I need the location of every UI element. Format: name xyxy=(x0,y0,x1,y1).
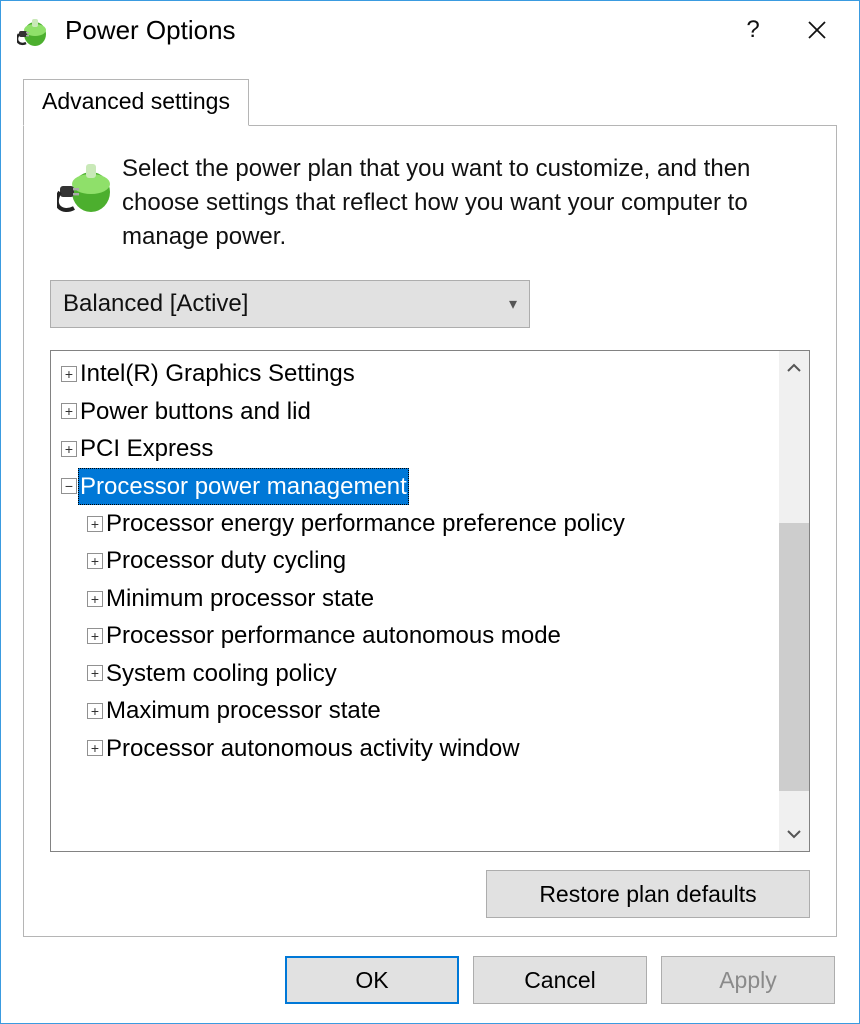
tree-item[interactable]: +Minimum processor state xyxy=(53,580,777,617)
scroll-down-button[interactable] xyxy=(779,817,809,851)
tree-item-label: Power buttons and lid xyxy=(78,393,313,430)
apply-button[interactable]: Apply xyxy=(661,956,835,1004)
tab-label: Advanced settings xyxy=(42,88,230,114)
tree-item[interactable]: +Processor performance autonomous mode xyxy=(53,617,777,654)
tabstrip: Advanced settings xyxy=(23,79,837,126)
scroll-up-button[interactable] xyxy=(779,351,809,385)
description-row: Select the power plan that you want to c… xyxy=(50,152,810,254)
expand-icon[interactable]: + xyxy=(61,441,77,457)
tree-item-label: Processor power management xyxy=(78,468,409,505)
description-text: Select the power plan that you want to c… xyxy=(122,152,810,254)
restore-defaults-button[interactable]: Restore plan defaults xyxy=(486,870,810,918)
chevron-up-icon xyxy=(787,363,801,373)
tab-advanced-settings[interactable]: Advanced settings xyxy=(23,79,249,126)
tree-item-label: Minimum processor state xyxy=(104,580,376,617)
settings-tree-container: +Intel(R) Graphics Settings+Power button… xyxy=(50,350,810,852)
tree-item-label: Processor performance autonomous mode xyxy=(104,617,563,654)
tree-item-label: Maximum processor state xyxy=(104,692,383,729)
expand-icon[interactable]: + xyxy=(87,516,103,532)
tree-item-label: Processor energy performance preference … xyxy=(104,505,627,542)
window-title: Power Options xyxy=(65,15,721,46)
power-options-window: Power Options ? Advanced settings xyxy=(0,0,860,1024)
chevron-down-icon: ▾ xyxy=(509,294,517,314)
expand-icon[interactable]: + xyxy=(87,591,103,607)
help-button[interactable]: ? xyxy=(721,8,785,52)
tree-item[interactable]: +Processor duty cycling xyxy=(53,542,777,579)
plan-selected-label: Balanced [Active] xyxy=(63,290,248,318)
expand-icon[interactable]: + xyxy=(87,703,103,719)
restore-row: Restore plan defaults xyxy=(50,870,810,918)
dialog-buttons: OK Cancel Apply xyxy=(1,937,859,1023)
battery-plug-large-icon xyxy=(50,152,122,214)
power-plan-combo[interactable]: Balanced [Active] ▾ xyxy=(50,280,530,328)
close-icon xyxy=(807,20,827,40)
content-area: Advanced settings Select the power xyxy=(1,59,859,937)
scroll-track[interactable] xyxy=(779,385,809,817)
expand-icon[interactable]: + xyxy=(87,665,103,681)
tab-body: Select the power plan that you want to c… xyxy=(23,125,837,937)
tree-item[interactable]: −Processor power management xyxy=(53,468,777,505)
expand-icon[interactable]: + xyxy=(61,366,77,382)
scrollbar[interactable] xyxy=(779,351,809,851)
tree-item[interactable]: +PCI Express xyxy=(53,430,777,467)
scroll-thumb[interactable] xyxy=(779,523,809,791)
tree-item-label: PCI Express xyxy=(78,430,215,467)
tree-item[interactable]: +Intel(R) Graphics Settings xyxy=(53,355,777,392)
close-button[interactable] xyxy=(785,8,849,52)
settings-tree[interactable]: +Intel(R) Graphics Settings+Power button… xyxy=(51,351,779,851)
tree-item[interactable]: +Processor energy performance preference… xyxy=(53,505,777,542)
tree-item[interactable]: +System cooling policy xyxy=(53,655,777,692)
collapse-icon[interactable]: − xyxy=(61,478,77,494)
tree-item[interactable]: +Maximum processor state xyxy=(53,692,777,729)
expand-icon[interactable]: + xyxy=(87,740,103,756)
expand-icon[interactable]: + xyxy=(87,553,103,569)
titlebar: Power Options ? xyxy=(1,1,859,59)
tree-item[interactable]: +Processor autonomous activity window xyxy=(53,730,777,767)
chevron-down-icon xyxy=(787,829,801,839)
tree-item-label: Processor duty cycling xyxy=(104,542,348,579)
expand-icon[interactable]: + xyxy=(61,403,77,419)
ok-button[interactable]: OK xyxy=(285,956,459,1004)
cancel-button[interactable]: Cancel xyxy=(473,956,647,1004)
tree-item[interactable]: +Power buttons and lid xyxy=(53,393,777,430)
tree-item-label: Processor autonomous activity window xyxy=(104,730,522,767)
expand-icon[interactable]: + xyxy=(87,628,103,644)
tree-item-label: Intel(R) Graphics Settings xyxy=(78,355,357,392)
tree-item-label: System cooling policy xyxy=(104,655,339,692)
battery-plug-icon xyxy=(17,13,51,47)
